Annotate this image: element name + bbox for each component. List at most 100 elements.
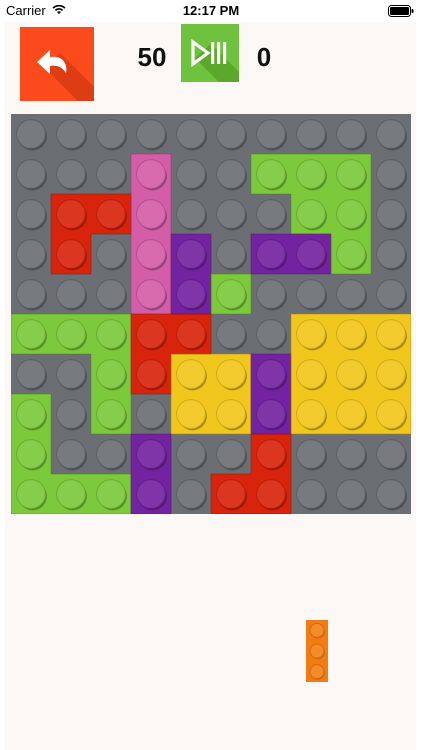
board-cell-lime[interactable] <box>251 154 291 194</box>
board-cell-purple[interactable] <box>171 274 211 314</box>
board-cell-empty[interactable] <box>371 154 411 194</box>
board-cell-empty[interactable] <box>251 274 291 314</box>
board-cell-empty[interactable] <box>51 274 91 314</box>
board-cell-red[interactable] <box>251 434 291 474</box>
board-cell-empty[interactable] <box>51 354 91 394</box>
board-cell-lime[interactable] <box>11 314 51 354</box>
board-cell-empty[interactable] <box>211 194 251 234</box>
board-cell-yellow[interactable] <box>171 354 211 394</box>
board-cell-empty[interactable] <box>251 114 291 154</box>
board-cell-empty[interactable] <box>371 114 411 154</box>
board-cell-red[interactable] <box>51 194 91 234</box>
board-cell-yellow[interactable] <box>371 354 411 394</box>
board-cell-empty[interactable] <box>91 434 131 474</box>
board-cell-empty[interactable] <box>291 434 331 474</box>
board-cell-lime[interactable] <box>51 314 91 354</box>
board-cell-yellow[interactable] <box>291 314 331 354</box>
board-cell-lime[interactable] <box>11 434 51 474</box>
board-cell-red[interactable] <box>211 474 251 514</box>
board-cell-empty[interactable] <box>51 114 91 154</box>
board-cell-purple[interactable] <box>251 234 291 274</box>
board-cell-lime[interactable] <box>51 474 91 514</box>
board-cell-empty[interactable] <box>211 434 251 474</box>
board-cell-red[interactable] <box>131 314 171 354</box>
board-cell-lime[interactable] <box>91 354 131 394</box>
board-cell-empty[interactable] <box>251 314 291 354</box>
board-cell-red[interactable] <box>171 314 211 354</box>
board-cell-lime[interactable] <box>211 274 251 314</box>
board-cell-lime[interactable] <box>291 154 331 194</box>
board-cell-empty[interactable] <box>331 434 371 474</box>
board-cell-lime[interactable] <box>11 474 51 514</box>
board-cell-empty[interactable] <box>211 114 251 154</box>
board-cell-empty[interactable] <box>11 194 51 234</box>
board-cell-red[interactable] <box>251 474 291 514</box>
board-cell-empty[interactable] <box>291 474 331 514</box>
board-cell-empty[interactable] <box>91 234 131 274</box>
next-piece[interactable] <box>306 620 328 682</box>
board-cell-yellow[interactable] <box>211 394 251 434</box>
board-cell-pink[interactable] <box>131 154 171 194</box>
board-cell-yellow[interactable] <box>171 394 211 434</box>
board-cell-lime[interactable] <box>91 314 131 354</box>
board-cell-empty[interactable] <box>91 274 131 314</box>
board-cell-empty[interactable] <box>331 474 371 514</box>
board-cell-purple[interactable] <box>131 434 171 474</box>
board-cell-empty[interactable] <box>131 114 171 154</box>
board-cell-lime[interactable] <box>331 194 371 234</box>
board-cell-empty[interactable] <box>11 234 51 274</box>
board-cell-empty[interactable] <box>291 274 331 314</box>
board-cell-empty[interactable] <box>211 314 251 354</box>
board-cell-empty[interactable] <box>171 154 211 194</box>
board-cell-empty[interactable] <box>51 394 91 434</box>
game-board[interactable] <box>11 114 411 514</box>
board-cell-red[interactable] <box>51 234 91 274</box>
board-cell-pink[interactable] <box>131 234 171 274</box>
board-cell-lime[interactable] <box>91 474 131 514</box>
board-cell-yellow[interactable] <box>371 394 411 434</box>
board-cell-purple[interactable] <box>251 394 291 434</box>
board-cell-yellow[interactable] <box>331 354 371 394</box>
board-cell-pink[interactable] <box>131 274 171 314</box>
board-cell-empty[interactable] <box>251 194 291 234</box>
board-cell-empty[interactable] <box>171 434 211 474</box>
board-cell-empty[interactable] <box>11 114 51 154</box>
board-cell-empty[interactable] <box>291 114 331 154</box>
board-cell-empty[interactable] <box>51 434 91 474</box>
board-cell-lime[interactable] <box>91 394 131 434</box>
board-cell-empty[interactable] <box>371 194 411 234</box>
board-cell-red[interactable] <box>131 354 171 394</box>
board-cell-empty[interactable] <box>91 114 131 154</box>
board-cell-empty[interactable] <box>371 274 411 314</box>
board-cell-purple[interactable] <box>171 234 211 274</box>
board-cell-empty[interactable] <box>371 474 411 514</box>
board-cell-empty[interactable] <box>131 394 171 434</box>
board-cell-yellow[interactable] <box>291 354 331 394</box>
board-cell-yellow[interactable] <box>331 394 371 434</box>
board-cell-lime[interactable] <box>331 234 371 274</box>
undo-button[interactable] <box>20 27 94 101</box>
board-cell-purple[interactable] <box>131 474 171 514</box>
board-cell-purple[interactable] <box>291 234 331 274</box>
board-cell-purple[interactable] <box>251 354 291 394</box>
board-cell-lime[interactable] <box>11 394 51 434</box>
board-cell-empty[interactable] <box>331 114 371 154</box>
board-cell-pink[interactable] <box>131 194 171 234</box>
play-pause-button[interactable] <box>181 24 239 82</box>
board-cell-empty[interactable] <box>371 234 411 274</box>
board-cell-empty[interactable] <box>11 154 51 194</box>
board-cell-empty[interactable] <box>331 274 371 314</box>
board-cell-lime[interactable] <box>331 154 371 194</box>
board-cell-empty[interactable] <box>211 234 251 274</box>
board-cell-empty[interactable] <box>371 434 411 474</box>
board-cell-yellow[interactable] <box>371 314 411 354</box>
board-cell-empty[interactable] <box>171 194 211 234</box>
board-cell-empty[interactable] <box>11 274 51 314</box>
board-cell-empty[interactable] <box>171 474 211 514</box>
board-cell-empty[interactable] <box>211 154 251 194</box>
board-cell-yellow[interactable] <box>331 314 371 354</box>
board-cell-red[interactable] <box>91 194 131 234</box>
board-cell-empty[interactable] <box>11 354 51 394</box>
board-cell-empty[interactable] <box>91 154 131 194</box>
board-cell-yellow[interactable] <box>291 394 331 434</box>
